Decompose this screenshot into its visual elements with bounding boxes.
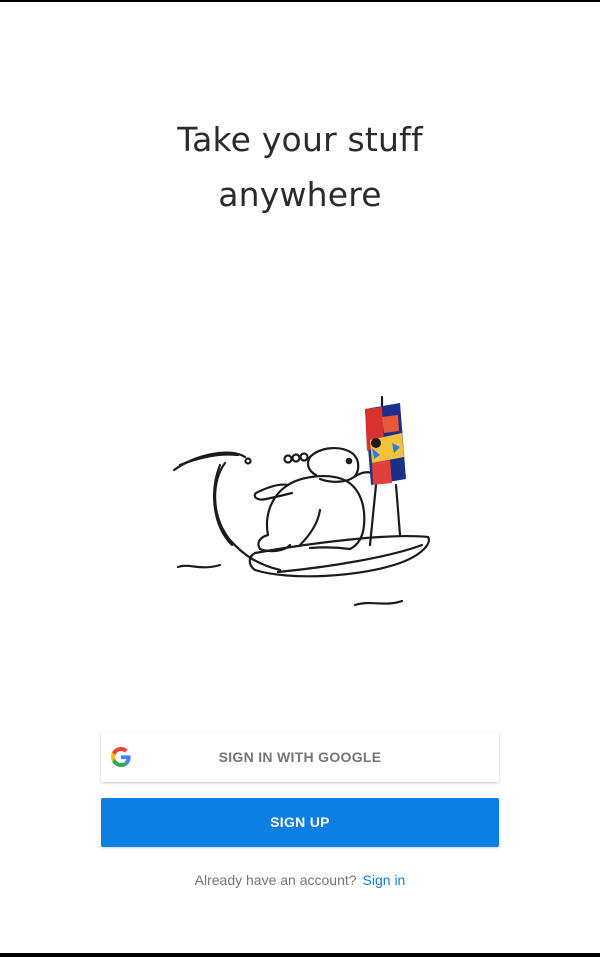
top-divider (0, 0, 600, 2)
headline-line-1: Take your stuff (177, 120, 423, 159)
sign-up-button[interactable]: SIGN UP (101, 798, 499, 847)
already-have-account-text: Already have an account? (194, 872, 357, 888)
sign-in-link[interactable]: Sign in (363, 872, 406, 888)
bottom-divider (0, 953, 600, 957)
sign-in-with-google-label: SIGN IN WITH GOOGLE (218, 749, 382, 765)
headline-line-2: anywhere (218, 175, 382, 214)
sign-in-prompt-row: Already have an account? Sign in (0, 870, 600, 890)
sign-in-with-google-button[interactable]: SIGN IN WITH GOOGLE (101, 732, 499, 782)
surfing-bear-illustration (172, 395, 430, 607)
sign-up-label: SIGN UP (270, 814, 330, 830)
page-title: Take your stuff anywhere (0, 112, 600, 222)
